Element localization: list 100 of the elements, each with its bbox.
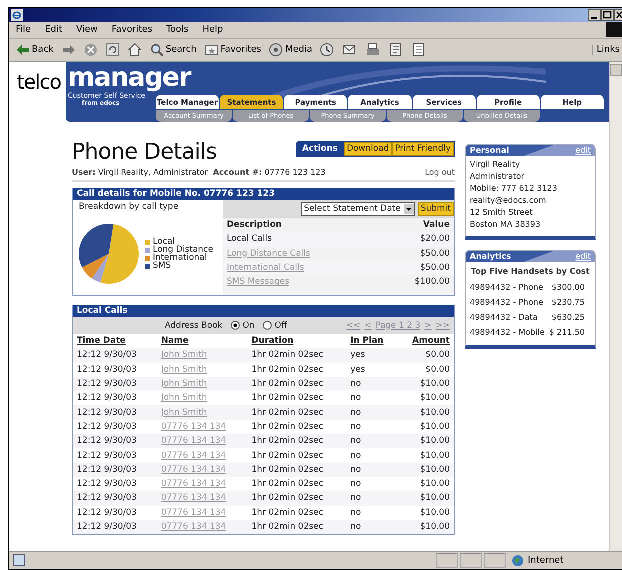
table-cell: 1hr 02min 02sec [248,405,347,420]
media-button[interactable]: Media [266,40,316,60]
table-cell: $10.00 [398,491,454,506]
cost-text: $230.75 [552,297,585,309]
menu-item[interactable]: Favorites [104,25,160,35]
profile-text: Virgil Reality [470,159,522,171]
history-icon [320,43,334,57]
back-arrow-icon [16,43,30,57]
panel-title: Local Calls [73,305,454,317]
table-cell-text: no [350,450,362,463]
forward-arrow-icon [62,43,76,57]
table-cell: $10.00 [398,476,454,492]
radio-button[interactable] [262,321,272,330]
actions-label: Actions [301,144,339,154]
value-cell: $50.00 [380,260,454,276]
page-edit-icon [388,43,404,57]
radio-label: Off [274,320,288,330]
action-button[interactable]: Download [344,142,392,156]
table-cell: $10.00 [398,462,454,477]
legend-label: SMS [153,262,172,270]
table-cell: 12:12 9/30/03 [73,434,158,448]
column-header: Description [223,218,380,232]
pie-chart [79,224,139,284]
table-cell: no [346,491,398,506]
panel-title: Call details for Mobile No. 07776 123 123 [73,188,454,200]
radio-label: On [242,320,255,330]
menu-item[interactable]: View [70,25,105,35]
legend-label: International [153,254,208,262]
logo-text: telco [16,69,62,96]
close-icon[interactable] [614,9,622,21]
column-header[interactable]: Name [157,334,248,348]
table-cell: 1hr 02min 02sec [248,391,347,406]
scrollbar[interactable] [609,62,622,551]
status-pane [460,553,482,568]
table-cell: 12:12 9/30/03 [73,405,158,420]
table-cell: 12:12 9/30/03 [73,506,158,520]
menu-item[interactable]: Help [196,25,230,35]
table-cell: no [346,420,398,434]
media-icon [269,43,284,57]
table-cell: yes [346,362,398,377]
table-cell: 1hr 02min 02sec [248,434,347,448]
value-cell: $100.00 [380,275,454,290]
table-cell: 1hr 02min 02sec [248,348,347,363]
table-cell: 12:12 9/30/03 [73,462,158,477]
table-cell: no [346,405,398,420]
mail-icon [342,43,358,57]
logo-text: manager [68,63,191,93]
section-heading: Top Five Handsets by Cost [470,266,591,278]
links-button[interactable]: Links [592,45,620,55]
table-cell: $0.00 [398,362,454,377]
menu-item[interactable]: File [9,25,38,35]
table-cell: 12:12 9/30/03 [73,362,158,377]
column-header[interactable]: Duration [248,334,347,348]
menu-item[interactable]: Edit [38,25,70,35]
user-info: User: Virgil Reality, Administrator Account #: 07776 123 123 [72,168,326,177]
page-icon [13,554,27,567]
action-button[interactable]: Print Friendly [392,142,454,156]
statement-date-dropdown[interactable]: Select Statement Date [301,202,415,216]
table-cell: 12:12 9/30/03 [73,420,158,434]
table-cell: $0.00 [398,348,454,363]
favorites-button[interactable]: Favorites [202,40,264,60]
table-cell: 12:12 9/30/03 [73,348,158,363]
table-cell-text: $10.00 [419,450,451,463]
column-header[interactable]: In Plan [346,334,398,348]
table-cell: 1hr 02min 02sec [248,491,347,506]
table-cell: 12:12 9/30/03 [73,376,158,392]
profile-text: 12 Smith Street [470,207,534,219]
address-book-label: Address Book [165,320,223,330]
table-cell: $10.00 [398,520,454,534]
submit-button[interactable]: Submit [418,202,454,216]
column-header[interactable]: Amount [398,334,454,348]
cost-text: $300.00 [552,282,585,294]
back-button[interactable]: Back [13,40,57,60]
table-cell: $10.00 [398,405,454,420]
table-cell: $10.00 [398,376,454,392]
table-cell: 1hr 02min 02sec [248,420,347,434]
browser-logo-icon [11,9,23,21]
table-cell: 12:12 9/30/03 [73,491,158,506]
maximize-icon[interactable] [601,9,614,21]
table-cell: no [346,520,398,534]
table-cell: 1hr 02min 02sec [248,462,347,477]
menu-item[interactable]: Tools [160,25,196,35]
search-button[interactable]: Search [146,40,200,60]
globe-icon [512,554,524,566]
minimize-icon[interactable] [588,9,601,21]
table-cell: 1hr 02min 02sec [248,506,347,520]
table-cell: $10.00 [398,506,454,520]
table-cell: 12:12 9/30/03 [73,520,158,534]
handset-text: 49894432 - Data [470,312,538,324]
table-cell: $10.00 [398,434,454,448]
handset-text: 49894432 - Phone [470,297,544,309]
radio-button[interactable] [230,321,240,330]
refresh-icon [106,43,120,57]
table-cell: yes [346,348,398,363]
description-text: Local Calls [227,234,272,244]
handset-text: 49894432 - Phone [470,282,544,294]
table-cell: no [346,376,398,392]
value-cell: $50.00 [380,246,454,261]
logout-link[interactable]: Log out [425,168,455,177]
column-header[interactable]: Time Date [73,334,158,348]
